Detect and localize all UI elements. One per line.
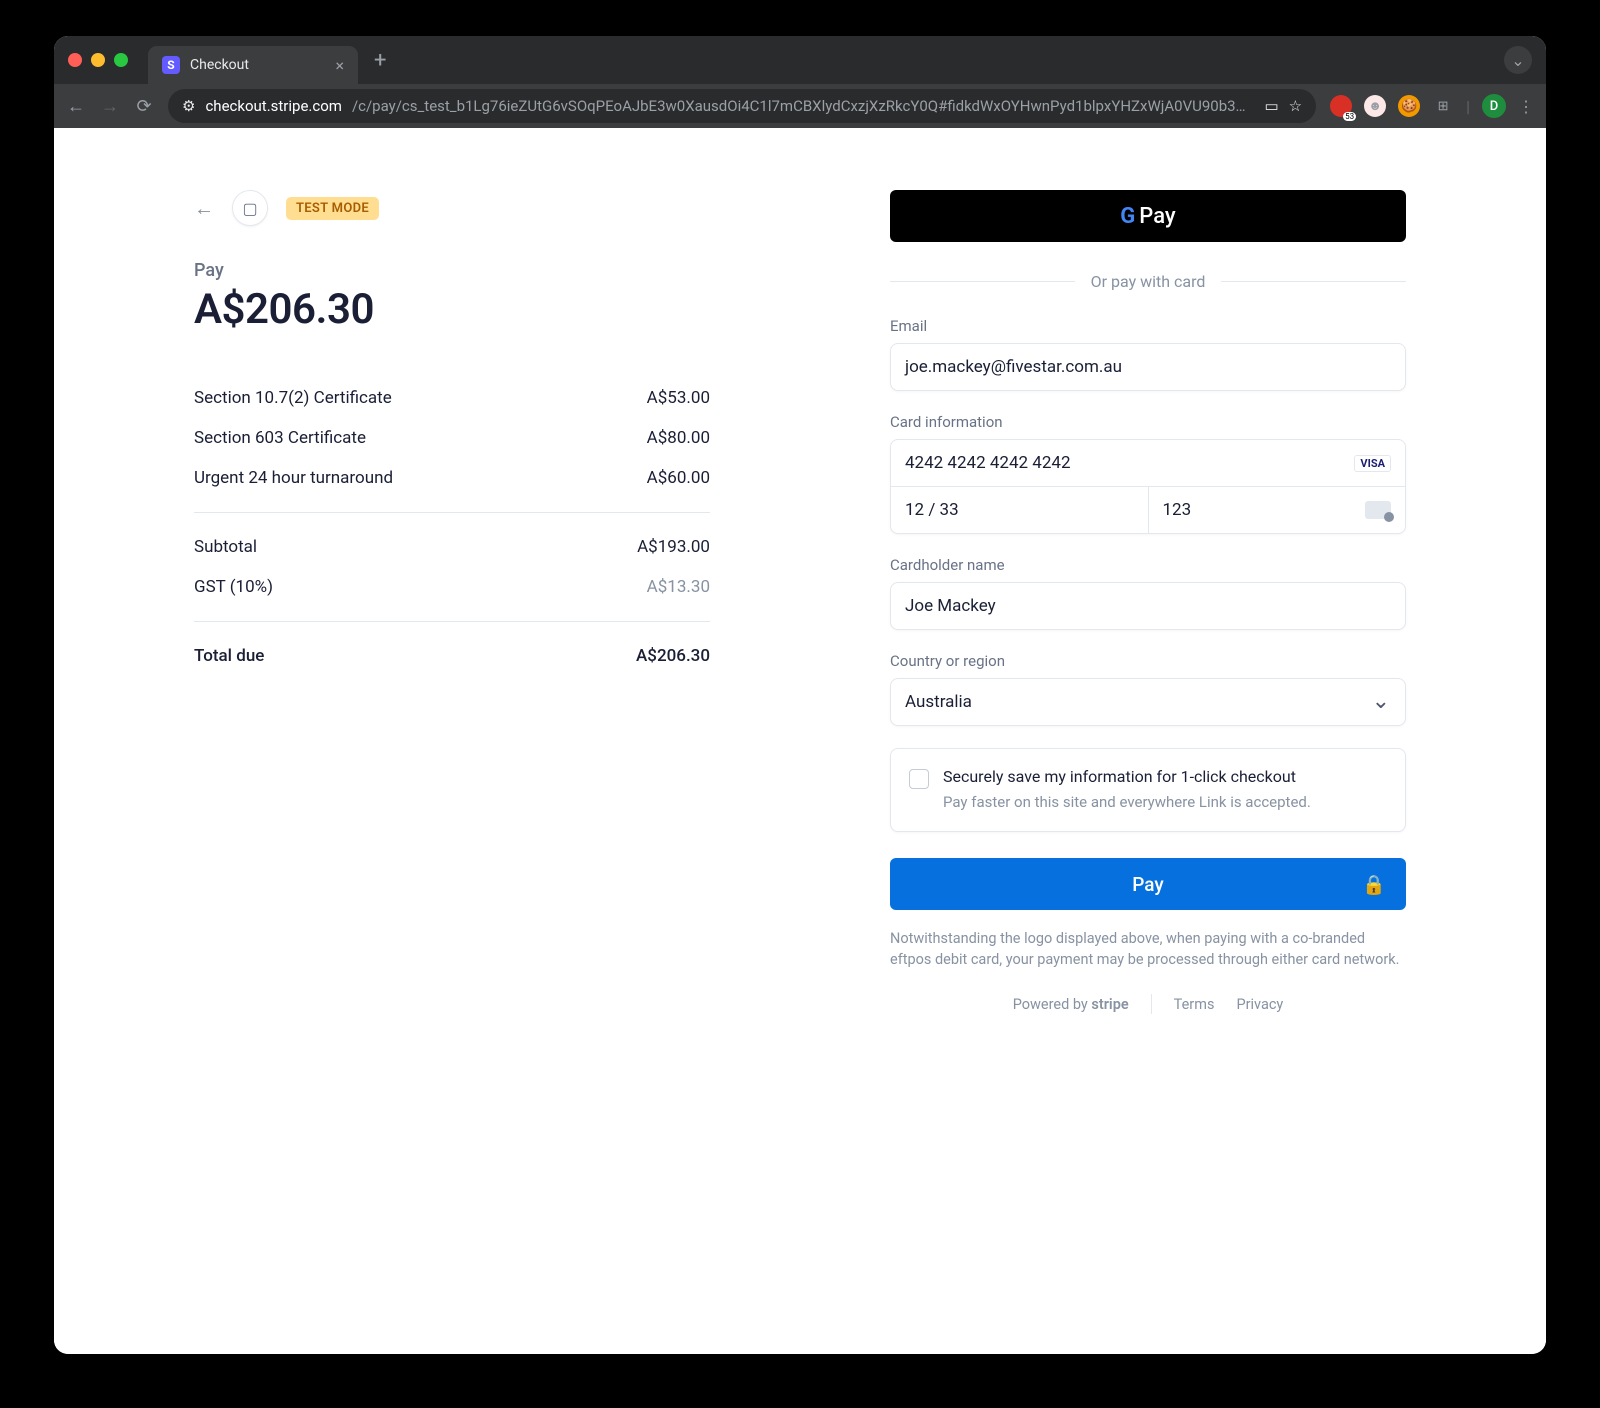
address-bar: ← → ⟳ ⚙ checkout.stripe.com /c/pay/cs_te… bbox=[54, 84, 1546, 128]
google-logo-icon: G bbox=[1120, 204, 1135, 229]
new-tab-button[interactable]: + bbox=[366, 48, 394, 73]
total-label: Total due bbox=[194, 646, 264, 666]
tax-value: A$13.30 bbox=[647, 577, 710, 597]
test-mode-badge: TEST MODE bbox=[286, 197, 379, 220]
pane-divider bbox=[800, 128, 801, 1354]
cardholder-name-label: Cardholder name bbox=[890, 556, 1406, 574]
maximize-window-button[interactable] bbox=[114, 53, 128, 67]
site-info-icon[interactable]: ⚙ bbox=[182, 97, 195, 115]
country-label: Country or region bbox=[890, 652, 1406, 670]
line-item-price: A$60.00 bbox=[647, 468, 710, 488]
line-items: Section 10.7(2) Certificate A$53.00 Sect… bbox=[194, 378, 710, 676]
or-label: Or pay with card bbox=[1091, 272, 1206, 291]
line-item: Section 10.7(2) Certificate A$53.00 bbox=[194, 378, 710, 418]
line-item-label: Section 10.7(2) Certificate bbox=[194, 388, 392, 408]
powered-by: Powered by stripe bbox=[1013, 996, 1129, 1013]
card-brand-badge: VISA bbox=[1354, 455, 1391, 472]
subtotal-label: Subtotal bbox=[194, 537, 257, 557]
pay-label: Pay bbox=[194, 260, 710, 281]
card-input-group: 4242 4242 4242 4242 VISA 12 / 33 123 bbox=[890, 439, 1406, 534]
google-pay-button[interactable]: G Pay bbox=[890, 190, 1406, 242]
card-cvc-input[interactable]: 123 bbox=[1149, 487, 1406, 533]
email-input[interactable]: joe.mackey@fivestar.com.au bbox=[890, 343, 1406, 391]
privacy-link[interactable]: Privacy bbox=[1236, 996, 1283, 1013]
line-item-label: Urgent 24 hour turnaround bbox=[194, 468, 393, 488]
extension-icon-3[interactable]: 🍪 bbox=[1398, 95, 1420, 117]
save-info-box[interactable]: Securely save my information for 1-click… bbox=[890, 748, 1406, 832]
browser-window: S Checkout × + ⌄ ← → ⟳ ⚙ checkout.stripe… bbox=[54, 36, 1546, 1354]
line-item-price: A$80.00 bbox=[647, 428, 710, 448]
browser-tab[interactable]: S Checkout × bbox=[148, 46, 358, 84]
tab-close-button[interactable]: × bbox=[335, 56, 344, 75]
extension-icon-2[interactable]: ☻ bbox=[1364, 95, 1386, 117]
or-divider: Or pay with card bbox=[890, 272, 1406, 291]
payment-methods-icon[interactable]: ▭ bbox=[1264, 97, 1278, 115]
merchant-icon: ▢ bbox=[232, 190, 268, 226]
gpay-label: Pay bbox=[1139, 204, 1175, 229]
save-info-subtitle: Pay faster on this site and everywhere L… bbox=[943, 792, 1311, 813]
traffic-lights bbox=[68, 53, 128, 67]
back-arrow-icon[interactable]: ← bbox=[194, 196, 214, 221]
toolbar-icons: ☻ 🍪 ⊞ | D ⋮ bbox=[1330, 94, 1534, 118]
stripe-favicon: S bbox=[162, 56, 180, 74]
order-summary-pane: ← ▢ TEST MODE Pay A$206.30 Section 10.7(… bbox=[54, 128, 800, 1354]
line-item: Section 603 Certificate A$80.00 bbox=[194, 418, 710, 458]
extensions-puzzle-icon[interactable]: ⊞ bbox=[1432, 95, 1454, 117]
tax-label: GST (10%) bbox=[194, 577, 273, 597]
pay-button-label: Pay bbox=[1132, 873, 1163, 896]
bookmark-icon[interactable]: ☆ bbox=[1289, 97, 1302, 115]
forward-button[interactable]: → bbox=[100, 96, 120, 117]
eftpos-disclaimer: Notwithstanding the logo displayed above… bbox=[890, 928, 1406, 970]
back-button[interactable]: ← bbox=[66, 96, 86, 117]
line-item-label: Section 603 Certificate bbox=[194, 428, 366, 448]
close-window-button[interactable] bbox=[68, 53, 82, 67]
line-item-price: A$53.00 bbox=[647, 388, 710, 408]
reload-button[interactable]: ⟳ bbox=[134, 96, 154, 117]
card-expiry-value: 12 / 33 bbox=[905, 500, 959, 520]
cvc-icon bbox=[1365, 501, 1391, 519]
subtotal-value: A$193.00 bbox=[637, 537, 710, 557]
card-cvc-value: 123 bbox=[1163, 500, 1192, 520]
lock-icon: 🔒 bbox=[1362, 873, 1386, 896]
cardholder-name-input[interactable]: Joe Mackey bbox=[890, 582, 1406, 630]
card-expiry-input[interactable]: 12 / 33 bbox=[891, 487, 1149, 533]
url-domain: checkout.stripe.com bbox=[205, 97, 341, 115]
terms-link[interactable]: Terms bbox=[1174, 996, 1215, 1013]
stripe-logo: stripe bbox=[1091, 996, 1128, 1013]
card-info-label: Card information bbox=[890, 413, 1406, 431]
total-row: Total due A$206.30 bbox=[194, 636, 710, 676]
tab-bar: S Checkout × + ⌄ bbox=[54, 36, 1546, 84]
subtotal-row: Subtotal A$193.00 bbox=[194, 527, 710, 567]
country-select[interactable]: Australia bbox=[890, 678, 1406, 726]
pay-button[interactable]: Pay 🔒 bbox=[890, 858, 1406, 910]
url-path: /c/pay/cs_test_b1Lg76ieZUtG6vSOqPEoAJbE3… bbox=[352, 97, 1246, 115]
line-item: Urgent 24 hour turnaround A$60.00 bbox=[194, 458, 710, 498]
profile-avatar[interactable]: D bbox=[1482, 94, 1506, 118]
total-value: A$206.30 bbox=[636, 646, 710, 666]
tax-row: GST (10%) A$13.30 bbox=[194, 567, 710, 607]
minimize-window-button[interactable] bbox=[91, 53, 105, 67]
tab-overflow-button[interactable]: ⌄ bbox=[1504, 46, 1532, 74]
url-bar[interactable]: ⚙ checkout.stripe.com /c/pay/cs_test_b1L… bbox=[168, 89, 1316, 123]
save-info-title: Securely save my information for 1-click… bbox=[943, 767, 1311, 786]
total-amount: A$206.30 bbox=[194, 285, 710, 334]
card-number-input[interactable]: 4242 4242 4242 4242 VISA bbox=[891, 440, 1405, 486]
checkout-page: ← ▢ TEST MODE Pay A$206.30 Section 10.7(… bbox=[54, 128, 1546, 1354]
email-label: Email bbox=[890, 317, 1406, 335]
extension-icon-1[interactable] bbox=[1330, 95, 1352, 117]
footer: Powered by stripe Terms Privacy bbox=[890, 994, 1406, 1014]
tab-title: Checkout bbox=[190, 57, 249, 73]
save-info-checkbox[interactable] bbox=[909, 769, 929, 789]
browser-menu-icon[interactable]: ⋮ bbox=[1518, 97, 1534, 116]
payment-form-pane: G Pay Or pay with card Email joe.mackey@… bbox=[800, 128, 1546, 1354]
card-number-value: 4242 4242 4242 4242 bbox=[905, 453, 1071, 473]
